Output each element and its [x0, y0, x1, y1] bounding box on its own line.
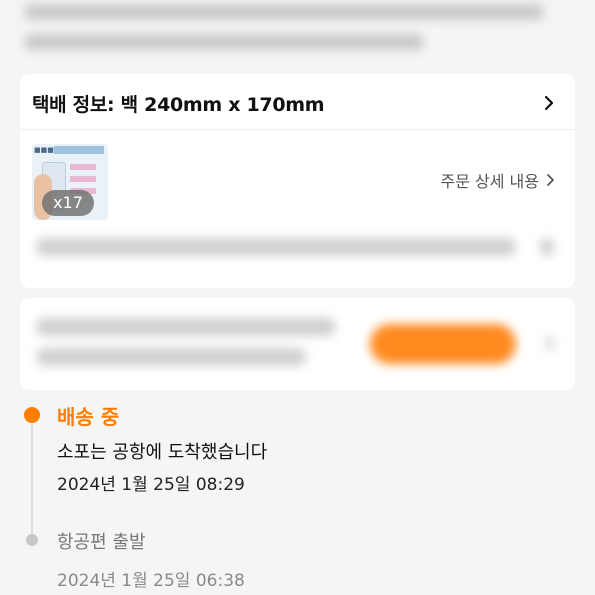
tracking-event-description: 항공편 출발 [57, 532, 146, 553]
thumbnail-brand-mark: ■■■ [34, 146, 54, 154]
quantity-badge: x17 [42, 190, 94, 216]
chevron-right-icon [546, 336, 555, 350]
divider [20, 129, 575, 130]
timeline-active-dot [24, 407, 40, 423]
order-detail-label: 주문 상세 내용 [440, 172, 540, 191]
order-detail-link[interactable]: 주문 상세 내용 [441, 168, 560, 192]
promo-card[interactable] [20, 298, 575, 390]
tracking-event-timestamp: 2024년 1월 25일 06:38 [57, 571, 245, 591]
blurred-top-text [20, 0, 580, 66]
shipping-info-row[interactable]: 택배 정보: 백 240mm x 170mm [32, 88, 559, 118]
timeline-past-dot [26, 534, 38, 546]
order-card: 택배 정보: 백 240mm x 170mm ■■■ x17 주문 상세 내용 [20, 74, 575, 288]
delivery-status: 배송 중 [57, 405, 120, 429]
tracking-event-description: 소포는 공항에 도착했습니다 [57, 442, 268, 463]
timeline-connector [31, 424, 33, 544]
promo-button[interactable] [370, 324, 516, 364]
chevron-right-icon [544, 95, 554, 111]
shipping-info-title: 택배 정보: 백 240mm x 170mm [32, 93, 325, 116]
chevron-right-icon [547, 174, 554, 186]
tracking-event-timestamp: 2024년 1월 25일 08:29 [57, 475, 245, 495]
